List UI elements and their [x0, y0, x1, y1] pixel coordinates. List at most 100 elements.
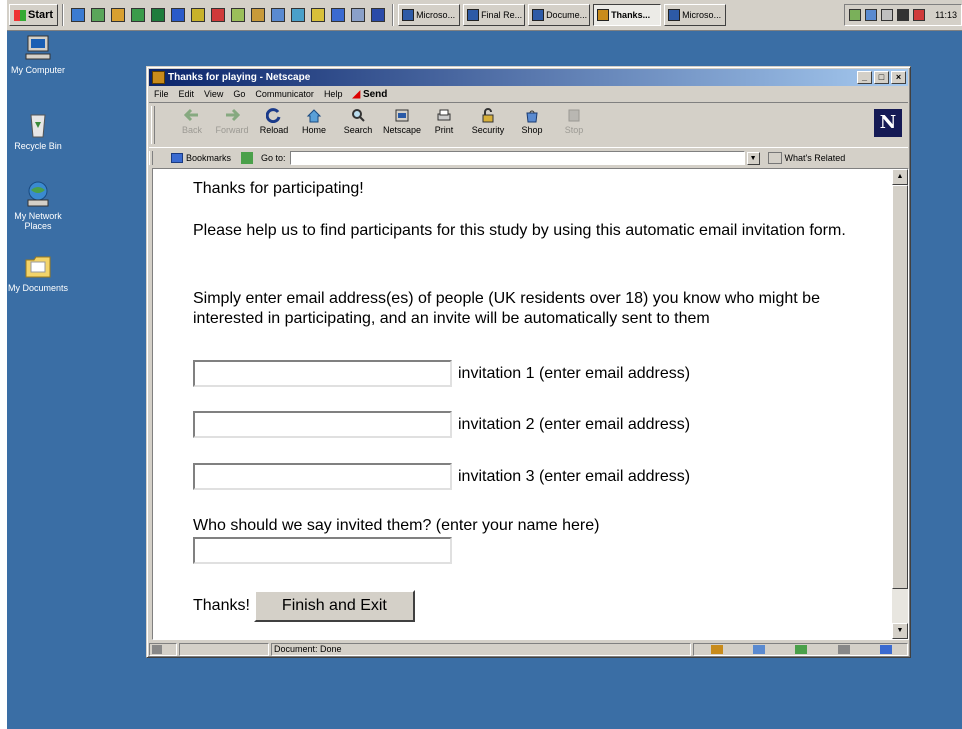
invitation-row: invitation 3 (enter email address) — [193, 463, 690, 490]
app-icon[interactable] — [331, 8, 346, 22]
app-icon[interactable] — [251, 8, 266, 22]
tray-icon[interactable] — [913, 9, 926, 21]
netscape-icon — [597, 9, 610, 21]
taskbar-task-final-report[interactable]: Final Re... — [463, 4, 526, 26]
menu-file[interactable]: File — [149, 89, 174, 99]
status-message: Document: Done — [274, 644, 342, 654]
tray-icon[interactable] — [865, 9, 878, 21]
security-label: Security — [471, 125, 505, 135]
print-button[interactable]: Print — [423, 108, 465, 135]
app-icon[interactable] — [211, 8, 226, 22]
menu-help[interactable]: Help — [319, 89, 348, 99]
desktop-icon-my-documents[interactable]: My Documents — [7, 252, 69, 293]
forward-button[interactable]: Forward — [211, 108, 253, 135]
inviter-name-field[interactable] — [193, 537, 452, 564]
address-book-icon[interactable] — [837, 644, 850, 654]
reload-label: Reload — [259, 125, 289, 135]
stop-icon — [566, 108, 582, 123]
app-icon[interactable] — [131, 8, 146, 22]
menu-edit[interactable]: Edit — [174, 89, 200, 99]
lock-status-icon — [152, 644, 162, 654]
maximize-button[interactable]: □ — [874, 71, 889, 84]
computer-icon — [22, 34, 54, 62]
finish-and-exit-button[interactable]: Finish and Exit — [253, 590, 415, 622]
vertical-scrollbar[interactable]: ▲ ▼ — [892, 169, 908, 639]
network-icon — [22, 180, 54, 208]
taskbar-task-word-2[interactable]: Microso... — [664, 4, 727, 26]
bookmarks-button[interactable]: Bookmarks — [171, 153, 231, 163]
stop-button[interactable]: Stop — [553, 108, 595, 135]
invitation-3-email-field[interactable] — [193, 463, 452, 490]
location-input[interactable] — [289, 151, 745, 165]
toolbar-grip[interactable] — [151, 106, 155, 144]
reload-button[interactable]: Reload — [253, 108, 295, 135]
app-icon[interactable] — [311, 8, 326, 22]
home-button[interactable]: Home — [293, 108, 335, 135]
chevron-down-icon[interactable]: ▼ — [746, 151, 760, 165]
window-controls: _ □ × — [857, 71, 906, 84]
ie-icon[interactable] — [71, 8, 86, 22]
toolbar-grip[interactable] — [149, 151, 153, 165]
desktop-icon[interactable] — [91, 8, 106, 22]
task-label: Microso... — [416, 10, 456, 20]
app-icon[interactable] — [231, 8, 246, 22]
back-arrow-icon — [183, 108, 200, 123]
taskbar-task-word-1[interactable]: Microso... — [398, 4, 461, 26]
close-button[interactable]: × — [891, 71, 906, 84]
component-bar — [693, 642, 908, 656]
intro-paragraph: Please help us to find participants for … — [193, 222, 846, 239]
netscape-logo[interactable]: N — [874, 109, 902, 137]
invitation-1-email-field[interactable] — [193, 360, 452, 387]
scroll-down-button[interactable]: ▼ — [892, 623, 908, 639]
send-button[interactable]: ◢ Send — [347, 89, 392, 100]
security-status[interactable] — [149, 642, 177, 656]
app-icon[interactable] — [371, 8, 386, 22]
app-icon[interactable] — [351, 8, 366, 22]
clock[interactable]: 11:13 — [935, 10, 957, 20]
start-button[interactable]: Start — [9, 4, 59, 26]
app-icon[interactable] — [191, 8, 206, 22]
netscape-button[interactable]: Netscape — [381, 108, 423, 135]
taskbar-task-document[interactable]: Docume... — [528, 4, 591, 26]
volume-icon[interactable] — [881, 9, 894, 21]
mail-icon[interactable] — [753, 644, 766, 654]
whats-related-button[interactable]: What's Related — [767, 152, 845, 164]
desktop-icon-my-network-places[interactable]: My Network Places — [7, 180, 69, 231]
menu-go[interactable]: Go — [228, 89, 250, 99]
invitation-3-label: invitation 3 (enter email address) — [458, 467, 691, 485]
composer-icon[interactable] — [879, 644, 892, 654]
app-icon[interactable] — [171, 8, 186, 22]
task-label: Thanks... — [611, 10, 651, 20]
navigator-icon[interactable] — [711, 644, 724, 654]
folder-icon — [22, 252, 54, 280]
back-button[interactable]: Back — [171, 108, 213, 135]
scroll-up-button[interactable]: ▲ — [892, 169, 908, 185]
search-button[interactable]: Search — [337, 108, 379, 135]
invitation-2-email-field[interactable] — [193, 411, 452, 438]
newsgroups-icon[interactable] — [795, 644, 808, 654]
app-icon[interactable] — [111, 8, 126, 22]
desktop-icon-recycle-bin[interactable]: Recycle Bin — [7, 110, 69, 151]
title-bar[interactable]: Thanks for playing - Netscape _ □ × — [149, 69, 908, 86]
security-button[interactable]: Security — [467, 108, 509, 135]
menu-communicator[interactable]: Communicator — [250, 89, 319, 99]
lock-icon — [480, 108, 496, 123]
app-icon[interactable] — [151, 8, 166, 22]
desktop-icon-label: My Computer — [10, 65, 65, 75]
stop-label: Stop — [564, 125, 584, 135]
home-icon — [306, 108, 322, 123]
forward-arrow-icon — [224, 108, 241, 123]
page-proxy-icon[interactable] — [241, 152, 254, 164]
taskbar-task-thanks[interactable]: Thanks... — [593, 4, 662, 26]
app-icon[interactable] — [271, 8, 286, 22]
menu-view[interactable]: View — [199, 89, 228, 99]
tray-icon[interactable] — [849, 9, 862, 21]
scroll-thumb[interactable] — [892, 185, 908, 589]
desktop-icon-my-computer[interactable]: My Computer — [7, 34, 69, 75]
minimize-button[interactable]: _ — [857, 71, 872, 84]
taskbar: Start Microso... Final Re... Docume... T… — [7, 0, 962, 31]
shop-button[interactable]: Shop — [511, 108, 553, 135]
word-icon — [402, 9, 415, 21]
tray-icon[interactable] — [897, 9, 910, 21]
app-icon[interactable] — [291, 8, 306, 22]
